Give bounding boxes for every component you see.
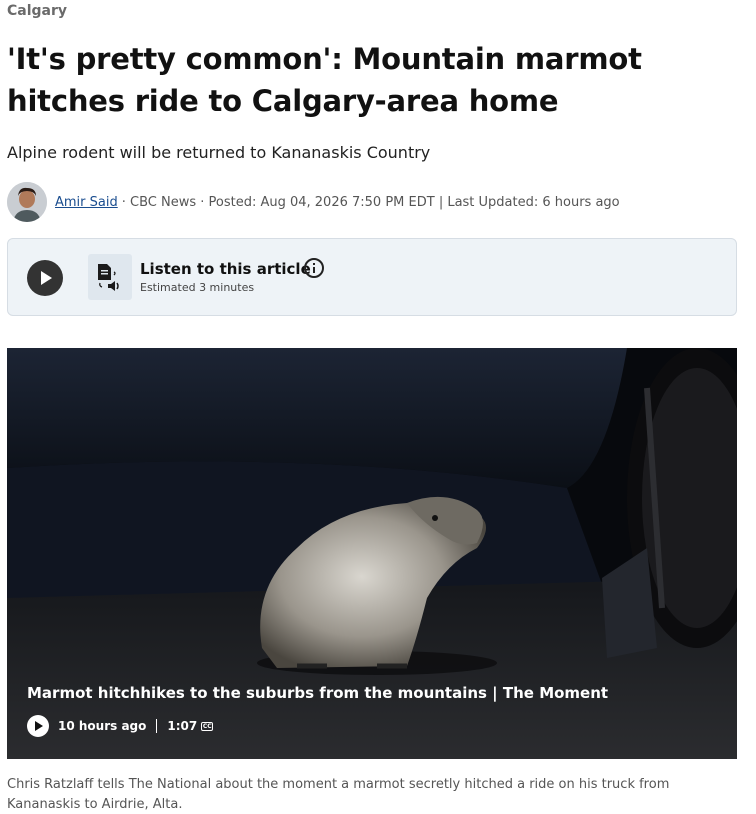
listen-title: Listen to this article [140,260,311,278]
listen-estimate: Estimated 3 minutes [140,281,255,294]
divider [156,719,158,733]
article-deck: Alpine rodent will be returned to Kanana… [7,143,431,162]
video-duration: 1:07 [167,719,198,733]
video-age: 10 hours ago [58,719,147,733]
video-play-icon[interactable] [27,715,49,737]
video-title[interactable]: Marmot hitchhikes to the suburbs from th… [27,684,608,702]
author-avatar[interactable] [7,182,47,222]
closed-captions-icon: CC [201,721,214,731]
section-link[interactable]: Calgary [7,3,67,19]
video-player[interactable]: Marmot hitchhikes to the suburbs from th… [7,348,737,759]
video-meta: 10 hours ago 1:07 CC [27,715,214,737]
author-link[interactable]: Amir Said [55,195,118,210]
text-to-speech-icon [88,254,132,300]
audio-play-button[interactable] [27,260,63,296]
video-caption: Chris Ratzlaff tells The National about … [7,777,670,812]
headline: 'It's pretty common': Mountain marmot hi… [7,42,642,118]
info-icon[interactable] [304,258,324,278]
byline: Amir Said · CBC News · Posted: Aug 04, 2… [7,182,620,222]
byline-meta: · CBC News · Posted: Aug 04, 2026 7:50 P… [121,194,620,210]
listen-panel: Listen to this article Estimated 3 minut… [7,238,737,316]
